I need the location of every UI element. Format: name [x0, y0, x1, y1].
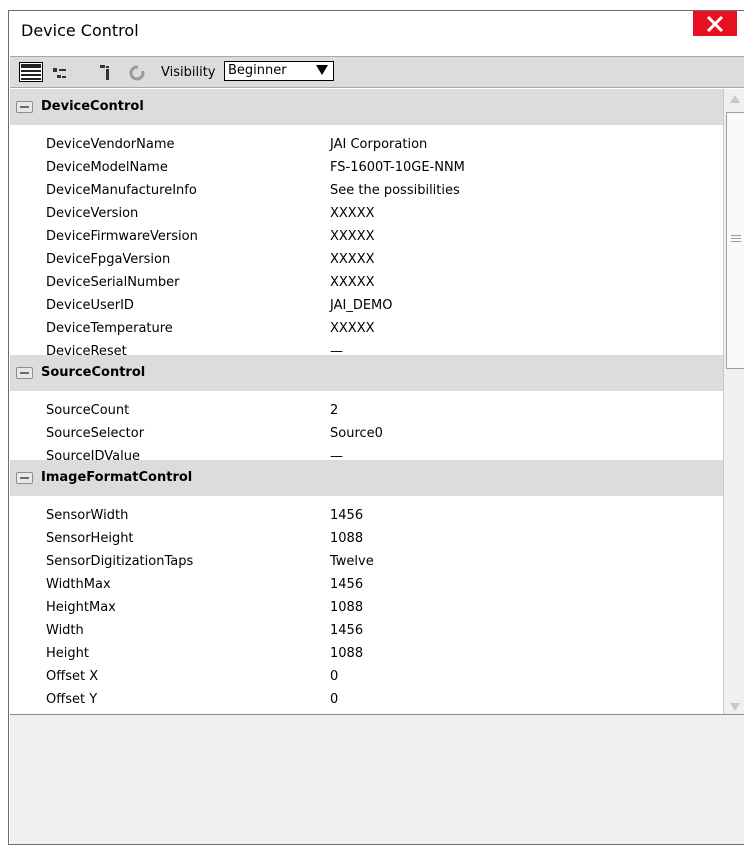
- feature-value[interactable]: 1456: [330, 623, 363, 638]
- feature-value[interactable]: JAI_DEMO: [330, 298, 393, 313]
- feature-name: Offset Y: [46, 692, 98, 707]
- close-button[interactable]: [693, 11, 737, 36]
- category-label: ImageFormatControl: [41, 470, 193, 485]
- feature-name: Width: [46, 623, 84, 638]
- feature-name: SensorHeight: [46, 531, 134, 546]
- feature-row[interactable]: DeviceModelName FS-1600T-10GE-NNM: [10, 156, 723, 179]
- feature-row[interactable]: WidthMax 1456: [10, 573, 723, 596]
- feature-row[interactable]: SourceCount 2: [10, 399, 723, 422]
- feature-name: DeviceTemperature: [46, 321, 173, 336]
- feature-name: DeviceModelName: [46, 160, 168, 175]
- vertical-scrollbar[interactable]: [723, 89, 744, 715]
- feature-row[interactable]: HeightMax 1088: [10, 596, 723, 619]
- close-icon: [706, 15, 724, 32]
- feature-name: DeviceSerialNumber: [46, 275, 180, 290]
- feature-name: SensorWidth: [46, 508, 129, 523]
- feature-name: Offset X: [46, 669, 99, 684]
- feature-name: SourceCount: [46, 403, 130, 418]
- feature-row[interactable]: Offset Y 0: [10, 688, 723, 711]
- feature-value[interactable]: Source0: [330, 426, 383, 441]
- feature-row[interactable]: DeviceTemperature XXXXX: [10, 317, 723, 340]
- feature-value[interactable]: See the possibilities: [330, 183, 460, 198]
- feature-value[interactable]: 0: [330, 692, 338, 707]
- feature-name: SourceSelector: [46, 426, 145, 441]
- feature-value[interactable]: 1088: [330, 646, 363, 661]
- feature-value[interactable]: 1088: [330, 600, 363, 615]
- feature-name: DeviceFpgaVersion: [46, 252, 171, 267]
- device-control-window: Device Control Visibility Beginner Devic…: [8, 10, 744, 845]
- feature-row[interactable]: SourceSelector Source0: [10, 422, 723, 445]
- feature-tree: DeviceControl DeviceVendorName JAI Corpor…: [10, 89, 723, 715]
- feature-name: WidthMax: [46, 577, 111, 592]
- category-header[interactable]: DeviceControl: [10, 89, 723, 125]
- feature-row[interactable]: DeviceVersion XXXXX: [10, 202, 723, 225]
- feature-row[interactable]: Width 1456: [10, 619, 723, 642]
- feature-row[interactable]: SensorHeight 1088: [10, 527, 723, 550]
- feature-row[interactable]: DeviceFirmwareVersion XXXXX: [10, 225, 723, 248]
- feature-row[interactable]: DeviceVendorName JAI Corporation: [10, 133, 723, 156]
- feature-row[interactable]: SensorDigitizationTaps Twelve: [10, 550, 723, 573]
- feature-value[interactable]: 0: [330, 669, 338, 684]
- visibility-dropdown[interactable]: Beginner: [224, 61, 334, 81]
- feature-name: SensorDigitizationTaps: [46, 554, 194, 569]
- feature-value[interactable]: Twelve: [330, 554, 374, 569]
- chevron-down-icon: [316, 65, 328, 75]
- categorized-view-icon[interactable]: [19, 62, 43, 86]
- feature-row[interactable]: Height 1088: [10, 642, 723, 665]
- feature-value[interactable]: XXXXX: [330, 252, 375, 267]
- grip-icon: [731, 235, 741, 244]
- feature-value[interactable]: JAI Corporation: [330, 137, 427, 152]
- toolbar: Visibility Beginner: [10, 56, 744, 88]
- feature-name: DeviceManufactureInfo: [46, 183, 197, 198]
- collapse-all-icon[interactable]: [100, 65, 110, 85]
- feature-row[interactable]: DeviceReset —: [10, 340, 723, 359]
- collapse-icon[interactable]: [16, 101, 33, 113]
- collapse-icon[interactable]: [16, 472, 33, 484]
- visibility-value: Beginner: [228, 63, 287, 78]
- feature-value[interactable]: XXXXX: [330, 206, 375, 221]
- feature-row[interactable]: DeviceFpgaVersion XXXXX: [10, 248, 723, 271]
- scroll-thumb[interactable]: [726, 112, 744, 369]
- feature-value[interactable]: FS-1600T-10GE-NNM: [330, 160, 465, 175]
- refresh-icon[interactable]: [128, 64, 146, 86]
- feature-value[interactable]: 2: [330, 403, 338, 418]
- feature-name: Height: [46, 646, 89, 661]
- feature-row[interactable]: SourceIDValue —: [10, 445, 723, 464]
- feature-name: HeightMax: [46, 600, 116, 615]
- feature-name: DeviceVendorName: [46, 137, 175, 152]
- description-pane: [10, 714, 744, 844]
- title-bar[interactable]: Device Control: [9, 11, 744, 45]
- scroll-down-icon[interactable]: [730, 703, 740, 711]
- feature-row[interactable]: DeviceSerialNumber XXXXX: [10, 271, 723, 294]
- feature-name: DeviceUserID: [46, 298, 134, 313]
- expand-all-icon[interactable]: [53, 65, 67, 84]
- collapse-icon[interactable]: [16, 367, 33, 379]
- feature-value[interactable]: XXXXX: [330, 275, 375, 290]
- feature-value[interactable]: XXXXX: [330, 229, 375, 244]
- category-label: SourceControl: [41, 365, 146, 380]
- feature-value[interactable]: 1088: [330, 531, 363, 546]
- category-label: DeviceControl: [41, 99, 144, 114]
- scroll-up-icon[interactable]: [730, 95, 740, 103]
- feature-row[interactable]: DeviceUserID JAI_DEMO: [10, 294, 723, 317]
- feature-row[interactable]: Offset X 0: [10, 665, 723, 688]
- window-title: Device Control: [21, 21, 139, 40]
- visibility-label: Visibility: [161, 65, 216, 80]
- feature-row[interactable]: DeviceManufactureInfo See the possibiliti…: [10, 179, 723, 202]
- feature-name: DeviceFirmwareVersion: [46, 229, 198, 244]
- category-header[interactable]: ImageFormatControl: [10, 460, 723, 496]
- feature-value[interactable]: XXXXX: [330, 321, 375, 336]
- category-header[interactable]: SourceControl: [10, 355, 723, 391]
- feature-value[interactable]: 1456: [330, 577, 363, 592]
- feature-name: DeviceVersion: [46, 206, 139, 221]
- feature-row[interactable]: SensorWidth 1456: [10, 504, 723, 527]
- feature-value[interactable]: 1456: [330, 508, 363, 523]
